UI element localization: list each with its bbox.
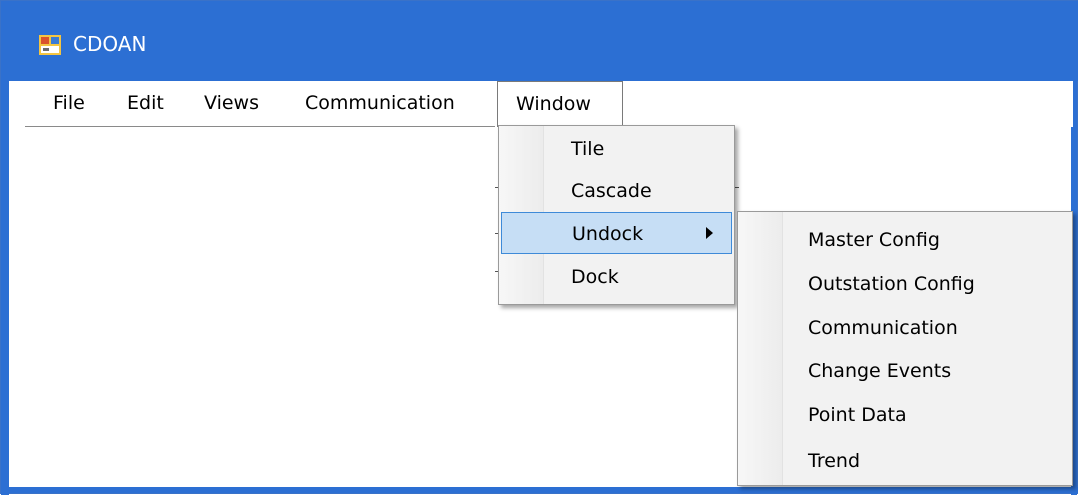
- menu-window[interactable]: Window: [497, 81, 623, 127]
- menu-item-tile[interactable]: Tile: [501, 128, 732, 170]
- app-window-icon: [39, 35, 61, 55]
- menu-edit[interactable]: Edit: [115, 81, 176, 125]
- window-frame-bottom: [1, 487, 1078, 493]
- submenu-item-communication[interactable]: Communication: [808, 306, 958, 350]
- undock-submenu: Master Config Outstation Config Communic…: [737, 211, 1073, 486]
- window-title: CDOAN: [73, 32, 147, 56]
- submenu-item-trend[interactable]: Trend: [808, 439, 860, 483]
- menu-item-undock[interactable]: Undock: [501, 212, 732, 254]
- background-divider: [735, 187, 739, 188]
- submenu-item-point-data[interactable]: Point Data: [808, 393, 907, 437]
- menu-bar-divider: [25, 126, 495, 127]
- menu-communication[interactable]: Communication: [293, 81, 467, 125]
- menu-item-label: Undock: [572, 223, 644, 245]
- app-window: CDOAN File Edit Views Communication Wind…: [0, 0, 1078, 495]
- submenu-item-change-events[interactable]: Change Events: [808, 349, 951, 393]
- title-bar[interactable]: CDOAN: [1, 1, 1078, 81]
- submenu-item-outstation-config[interactable]: Outstation Config: [808, 262, 975, 306]
- submenu-item-master-config[interactable]: Master Config: [808, 218, 940, 262]
- window-frame-left: [1, 1, 9, 495]
- menu-gutter: [738, 212, 783, 485]
- menu-item-label: Cascade: [571, 180, 652, 202]
- menu-item-dock[interactable]: Dock: [501, 256, 732, 298]
- menu-item-label: Dock: [571, 266, 619, 288]
- menu-file[interactable]: File: [41, 81, 97, 125]
- window-menu-dropdown: Tile Cascade Undock Dock: [498, 125, 735, 305]
- menu-item-cascade[interactable]: Cascade: [501, 170, 732, 212]
- menu-views[interactable]: Views: [192, 81, 271, 125]
- submenu-arrow-icon: [706, 227, 713, 239]
- menu-item-label: Tile: [571, 138, 605, 160]
